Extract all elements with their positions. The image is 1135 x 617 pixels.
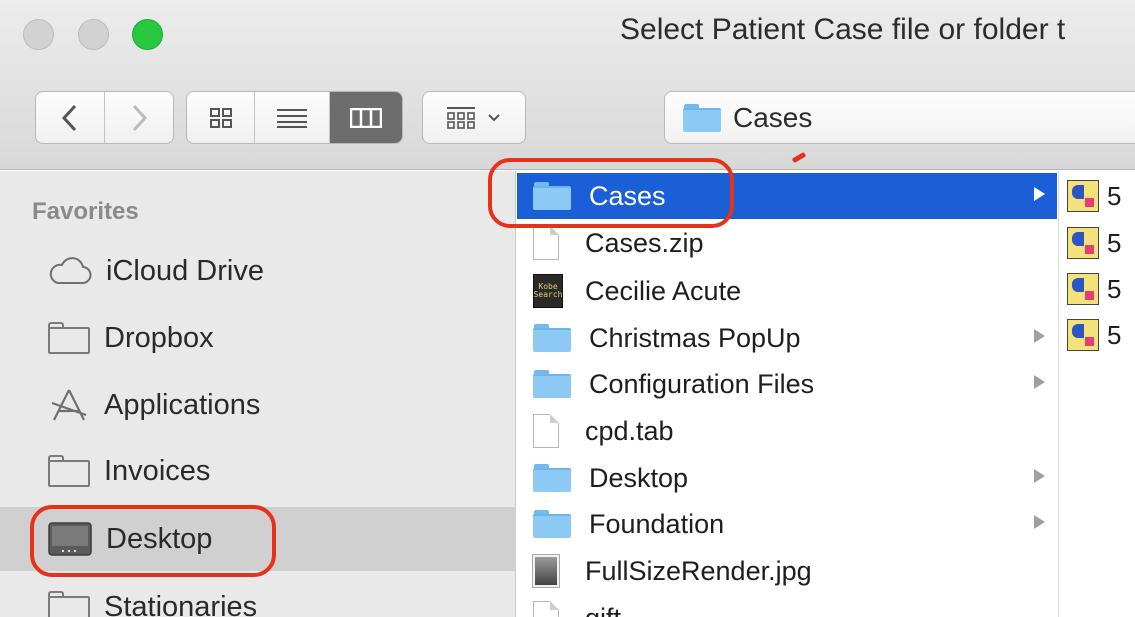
item-label: Cecilie Acute xyxy=(585,275,742,306)
item-label: Configuration Files xyxy=(589,368,815,399)
zoom-window-button[interactable] xyxy=(132,19,163,50)
list-item-gift[interactable]: gift xyxy=(517,595,1057,617)
disclosure-arrow-icon xyxy=(1034,329,1045,343)
folder-icon xyxy=(48,322,90,354)
chevron-left-icon xyxy=(61,104,76,131)
zip-file-icon xyxy=(533,226,559,260)
list-item-cecilie-acute[interactable]: Kobe Search Cecilie Acute xyxy=(517,268,1057,314)
item-label: Foundation xyxy=(589,508,725,539)
item-label: 5 xyxy=(1107,273,1122,304)
path-popup[interactable]: Cases xyxy=(664,91,1135,144)
disclosure-arrow-icon xyxy=(1034,515,1045,529)
app-icon: Kobe Search xyxy=(533,274,563,308)
list-item-case-file[interactable]: 5 xyxy=(1067,269,1135,309)
annotation-highlight-cases xyxy=(488,158,734,228)
chevron-right-icon xyxy=(132,104,147,131)
list-item-case-file[interactable]: 5 xyxy=(1067,315,1135,355)
case-file-icon xyxy=(1067,319,1099,351)
arrange-button-group xyxy=(422,91,526,144)
browser-column-desktop: Cases Cases.zip Kobe Search Cecilie Acut… xyxy=(517,171,1057,617)
list-item-fullsizerender-jpg[interactable]: FullSizeRender.jpg xyxy=(517,548,1057,594)
list-item-configuration-files[interactable]: Configuration Files xyxy=(517,361,1057,407)
item-label: Christmas PopUp xyxy=(589,322,801,353)
chevron-down-icon xyxy=(488,113,500,121)
folder-icon xyxy=(533,464,571,492)
list-item-case-file[interactable]: 5 xyxy=(1067,176,1135,216)
sidebar-item-dropbox[interactable]: Dropbox xyxy=(0,306,516,370)
list-view-icon xyxy=(277,108,308,128)
back-button[interactable] xyxy=(36,92,105,143)
browser-column-cases: 5 5 5 5 xyxy=(1058,171,1135,617)
document-icon xyxy=(533,601,559,617)
list-item-foundation[interactable]: Foundation xyxy=(517,501,1057,547)
disclosure-arrow-icon xyxy=(1034,375,1045,389)
folder-icon xyxy=(48,591,90,617)
forward-button[interactable] xyxy=(105,92,174,143)
item-label: 5 xyxy=(1107,227,1122,258)
item-label: cpd.tab xyxy=(585,415,674,446)
list-item-cpd-tab[interactable]: cpd.tab xyxy=(517,408,1057,454)
list-item-christmas-popup[interactable]: Christmas PopUp xyxy=(517,315,1057,361)
navigation-buttons xyxy=(35,91,174,144)
icon-view-button[interactable] xyxy=(187,92,256,143)
sidebar-item-applications[interactable]: Applications xyxy=(0,373,516,437)
arrange-button[interactable] xyxy=(423,92,525,143)
disclosure-arrow-icon xyxy=(1034,469,1045,483)
folder-icon xyxy=(683,103,721,132)
list-item-desktop[interactable]: Desktop xyxy=(517,455,1057,501)
folder-icon xyxy=(48,455,90,487)
sidebar-item-label: iCloud Drive xyxy=(106,254,264,287)
item-label: FullSizeRender.jpg xyxy=(585,555,812,586)
list-item-case-file[interactable]: 5 xyxy=(1067,223,1135,263)
item-label: gift xyxy=(585,603,621,617)
sidebar-header-favorites: Favorites xyxy=(32,198,139,225)
sidebar-item-label: Dropbox xyxy=(104,321,214,354)
item-label: Cases.zip xyxy=(585,227,704,258)
sidebar-item-icloud-drive[interactable]: iCloud Drive xyxy=(0,239,516,303)
folder-icon xyxy=(533,324,571,352)
sidebar-item-invoices[interactable]: Invoices xyxy=(0,439,516,503)
annotation-highlight-desktop xyxy=(30,505,276,577)
column-view-button[interactable] xyxy=(329,92,402,143)
sidebar-item-label: Invoices xyxy=(104,454,211,487)
applications-icon xyxy=(51,389,87,421)
sidebar-item-stationaries[interactable]: Stationaries xyxy=(0,575,516,617)
close-window-button[interactable] xyxy=(23,19,54,50)
window-title: Select Patient Case file or folder t xyxy=(620,13,1066,46)
item-label: 5 xyxy=(1107,319,1122,350)
case-file-icon xyxy=(1067,273,1099,305)
path-label: Cases xyxy=(733,101,813,133)
list-view-button[interactable] xyxy=(255,92,330,143)
sidebar-item-label: Stationaries xyxy=(104,590,258,617)
sidebar-item-label: Applications xyxy=(104,388,261,421)
folder-icon xyxy=(533,370,571,398)
column-view-icon xyxy=(349,107,382,128)
minimize-window-button[interactable] xyxy=(78,19,109,50)
folder-icon xyxy=(533,510,571,538)
item-label: 5 xyxy=(1107,180,1122,211)
item-label: Desktop xyxy=(589,462,689,493)
image-file-icon xyxy=(532,554,560,588)
view-mode-segmented-control xyxy=(186,91,403,144)
arrange-icon xyxy=(447,106,475,129)
cloud-icon xyxy=(49,257,92,284)
icon-view-icon xyxy=(209,107,232,128)
case-file-icon xyxy=(1067,227,1099,259)
case-file-icon xyxy=(1067,180,1099,212)
document-icon xyxy=(533,414,559,448)
window-toolbar: Select Patient Case file or folder t Cas… xyxy=(0,0,1135,170)
disclosure-arrow-icon xyxy=(1034,187,1045,201)
